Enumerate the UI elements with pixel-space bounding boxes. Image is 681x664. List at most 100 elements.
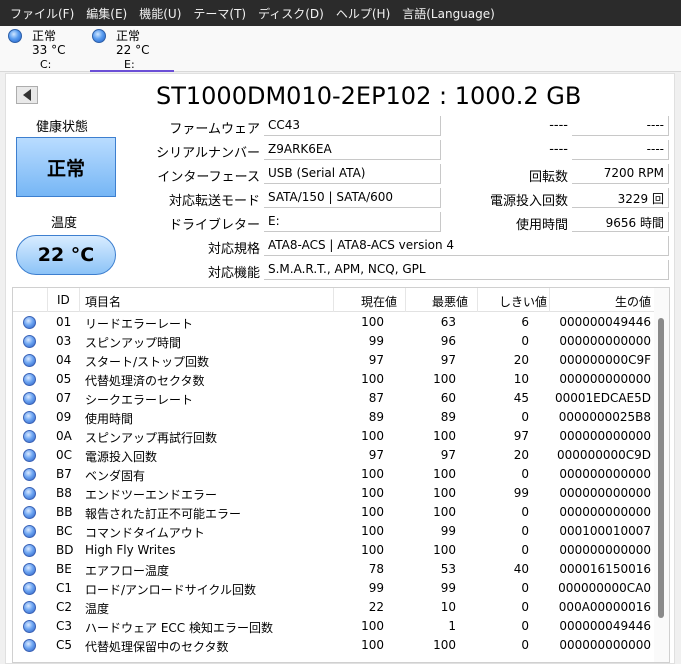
table-row[interactable]: 0A スピンアップ再試行回数 100 100 97 000000000000: [13, 427, 656, 446]
interface-label: インターフェース: [157, 170, 260, 185]
row-threshold: 0: [521, 543, 529, 557]
table-row[interactable]: BD High Fly Writes 100 100 0 000000000000: [13, 541, 656, 560]
menu-help[interactable]: ヘルプ(H): [330, 5, 396, 22]
row-raw: 000100010007: [559, 524, 651, 538]
unknown-value-2: ----: [572, 140, 669, 160]
row-raw: 0000000025B8: [558, 410, 651, 424]
power-count-value: 3229 回: [572, 188, 669, 208]
row-attribute-name: 温度: [85, 602, 110, 616]
unknown-label-2: ----: [549, 142, 568, 157]
row-current: 99: [368, 334, 384, 348]
table-row[interactable]: BB 報告された訂正不可能エラー 100 100 0 000000000000: [13, 503, 656, 522]
row-current: 99: [368, 581, 384, 595]
status-dot-icon: [23, 487, 36, 500]
menu-theme[interactable]: テーマ(T): [187, 5, 252, 22]
row-attribute-name: High Fly Writes: [85, 543, 176, 557]
table-row[interactable]: C3 ハードウェア ECC 検知エラー回数 100 1 0 000000049446: [13, 617, 656, 636]
drive-tab-e[interactable]: 正常 22 °C E:: [90, 28, 174, 72]
table-row[interactable]: C2 温度 22 10 0 000A00000016: [13, 598, 656, 617]
drive-tab-c[interactable]: 正常 33 °C C:: [6, 28, 90, 72]
row-id: C5: [56, 638, 73, 652]
menu-language[interactable]: 言語(Language): [396, 5, 501, 22]
table-row[interactable]: 01 リードエラーレート 100 63 6 000000049446: [13, 313, 656, 332]
row-id: BB: [56, 505, 73, 519]
drive-status: 正常: [116, 29, 141, 43]
row-id: BD: [56, 543, 74, 557]
main-panel: ST1000DM010-2EP102 : 1000.2 GB 健康状態 正常 温…: [5, 73, 675, 664]
power-on-hours-label: 使用時間: [515, 218, 568, 233]
row-raw: 000A00000016: [558, 600, 651, 614]
smart-attribute-table[interactable]: ID 項目名 現在値 最悪値 しきい値 生の値 01 リードエラーレート 100 63…: [12, 287, 670, 663]
row-attribute-name: エアフロー温度: [85, 564, 170, 578]
table-row[interactable]: 04 スタート/ストップ回数 97 97 20 000000000C9F: [13, 351, 656, 370]
row-raw: 000000000000: [559, 543, 651, 557]
row-id: B7: [56, 467, 72, 481]
row-attribute-name: リードエラーレート: [85, 317, 194, 331]
table-row[interactable]: 07 シークエラーレート 87 60 45 00001EDCAE5D: [13, 389, 656, 408]
row-worst: 99: [440, 581, 456, 595]
row-worst: 96: [440, 334, 456, 348]
col-header-id[interactable]: ID: [57, 293, 70, 307]
table-row[interactable]: C5 代替処理保留中のセクタ数 100 100 0 000000000000: [13, 636, 656, 655]
table-scrollbar[interactable]: [654, 288, 669, 662]
col-header-name[interactable]: 項目名: [85, 293, 121, 310]
table-row[interactable]: 03 スピンアップ時間 99 96 0 000000000000: [13, 332, 656, 351]
previous-drive-button[interactable]: [16, 86, 38, 104]
col-header-threshold[interactable]: しきい値: [499, 293, 547, 310]
status-dot-icon: [23, 601, 36, 614]
row-worst: 100: [433, 486, 456, 500]
row-attribute-name: ハードウェア ECC 検知エラー回数: [85, 621, 273, 635]
table-row[interactable]: C1 ロード/アンロードサイクル回数 99 99 0 000000000CA0: [13, 579, 656, 598]
row-threshold: 0: [521, 334, 529, 348]
menu-disk[interactable]: ディスク(D): [252, 5, 330, 22]
col-header-current[interactable]: 現在値: [361, 293, 397, 310]
row-id: C1: [56, 581, 73, 595]
table-row[interactable]: 0C 電源投入回数 97 97 20 000000000C9D: [13, 446, 656, 465]
drive-temp: 33 °C: [32, 43, 66, 57]
drive-letter: C:: [40, 58, 52, 71]
table-row[interactable]: 09 使用時間 89 89 0 0000000025B8: [13, 408, 656, 427]
table-row[interactable]: BC コマンドタイムアウト 100 99 0 000100010007: [13, 522, 656, 541]
rotation-value: 7200 RPM: [572, 164, 669, 184]
status-dot-icon: [23, 335, 36, 348]
row-threshold: 0: [521, 410, 529, 424]
scrollbar-thumb[interactable]: [658, 318, 664, 618]
menu-function[interactable]: 機能(U): [133, 5, 187, 22]
row-threshold: 45: [513, 391, 529, 405]
standard-label: 対応規格: [207, 242, 260, 257]
status-dot-icon: [23, 316, 36, 329]
col-header-worst[interactable]: 最悪値: [432, 293, 468, 310]
serial-label: シリアルナンバー: [156, 146, 260, 161]
row-raw: 000000000C9F: [559, 353, 651, 367]
table-row[interactable]: B7 ベンダ固有 100 100 0 000000000000: [13, 465, 656, 484]
row-worst: 100: [433, 505, 456, 519]
row-current: 100: [361, 372, 384, 386]
firmware-value: CC43: [264, 116, 441, 136]
row-attribute-name: スピンアップ時間: [85, 336, 182, 350]
unknown-label-1: ----: [549, 118, 568, 133]
health-status-button[interactable]: 正常: [16, 137, 116, 197]
menu-edit[interactable]: 編集(E): [80, 5, 133, 22]
row-current: 100: [361, 543, 384, 557]
table-row[interactable]: B8 エンドツーエンドエラー 100 100 99 000000000000: [13, 484, 656, 503]
row-attribute-name: コマンドタイムアウト: [85, 526, 205, 540]
rotation-label: 回転数: [528, 170, 568, 185]
row-attribute-name: 代替処理保留中のセクタ数: [85, 640, 229, 654]
serial-value: Z9ARK6EA: [264, 140, 441, 160]
table-row[interactable]: BE エアフロー温度 78 53 40 000016150016: [13, 560, 656, 579]
status-dot-icon: [23, 392, 36, 405]
row-raw: 000016150016: [559, 562, 651, 576]
col-header-raw[interactable]: 生の値: [615, 293, 651, 310]
status-dot-icon: [23, 620, 36, 633]
menu-file[interactable]: ファイル(F): [4, 5, 80, 22]
temperature-label: 温度: [51, 216, 78, 231]
row-attribute-name: スタート/ストップ回数: [85, 355, 210, 369]
table-row[interactable]: 05 代替処理済のセクタ数 100 100 10 000000000000: [13, 370, 656, 389]
row-current: 100: [361, 524, 384, 538]
drive-temp: 22 °C: [116, 43, 150, 57]
row-id: 07: [56, 391, 72, 405]
row-current: 100: [361, 429, 384, 443]
drive-letter: E:: [124, 58, 135, 71]
row-worst: 63: [440, 315, 456, 329]
row-threshold: 20: [513, 353, 529, 367]
